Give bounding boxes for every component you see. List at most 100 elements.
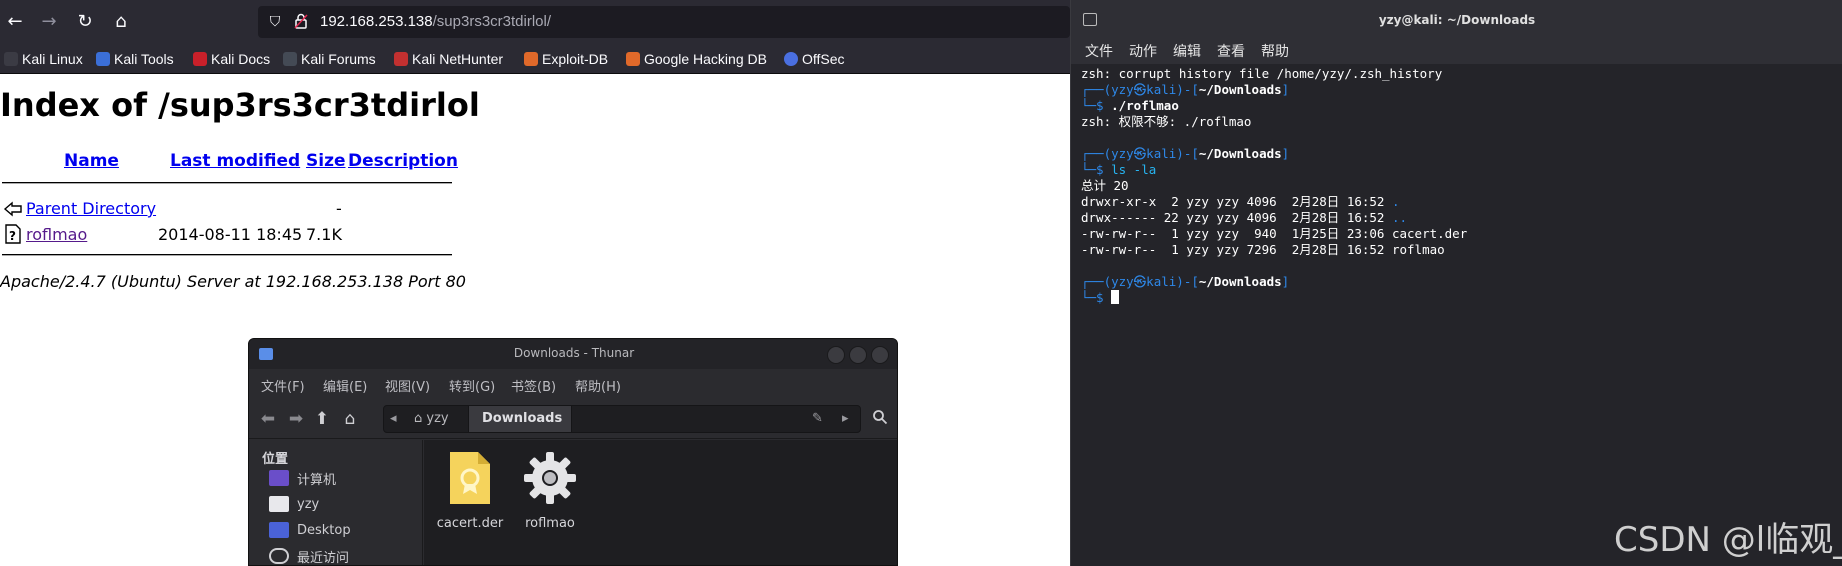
home-icon[interactable]: ⌂: [339, 409, 361, 429]
back-folder-icon: [2, 197, 24, 219]
desktop-folder-icon: [269, 522, 289, 538]
column-name-header[interactable]: Name: [64, 151, 119, 171]
kali-tools-icon: [96, 52, 110, 66]
term-menu-help[interactable]: 帮助: [1261, 41, 1289, 61]
menu-file[interactable]: 文件(F): [261, 376, 305, 395]
bookmark-google-hacking-db[interactable]: Google Hacking DB: [626, 50, 767, 68]
sidebar-item-computer[interactable]: 计算机: [269, 468, 336, 488]
forward-arrow-icon[interactable]: →: [38, 11, 60, 33]
reload-icon[interactable]: ↻: [74, 11, 96, 33]
terminal-titlebar[interactable]: yzy@kali: ~/Downloads: [1071, 0, 1842, 40]
bookmark-kali-docs[interactable]: Kali Docs: [193, 50, 270, 68]
home-folder-icon: [269, 496, 289, 512]
menu-view[interactable]: 视图(V): [385, 376, 430, 395]
prompt-user: (yzy㉿kali): [1103, 146, 1184, 161]
bookmark-kali-linux[interactable]: Kali Linux: [4, 50, 83, 68]
term-line: 总计 20: [1081, 178, 1129, 193]
search-icon[interactable]: [869, 409, 891, 429]
close-button[interactable]: [871, 346, 889, 364]
thunar-sidebar: 位置 计算机 yzy Desktop 最近访问: [249, 440, 423, 565]
sidebar-item-desktop[interactable]: Desktop: [269, 520, 351, 540]
browser-toolbar: ← → ↻ ⌂ ⛉ 192.168.253.138/sup3rs3cr3tdir…: [0, 0, 1070, 44]
nethunter-icon: [394, 52, 408, 66]
term-line: drwxr-xr-x 2 yzy yzy 4096 2月28日 16:52 .: [1081, 194, 1400, 209]
gear-executable-icon: [524, 452, 576, 504]
prompt-dir: ~/Downloads: [1198, 82, 1282, 97]
bookmark-exploit-db[interactable]: Exploit-DB: [524, 50, 608, 68]
command-line: └─$: [1081, 290, 1841, 306]
desktop: ← → ↻ ⌂ ⛉ 192.168.253.138/sup3rs3cr3tdir…: [0, 0, 1842, 566]
file-name: roflmao: [525, 516, 575, 531]
term-line: drwx------ 22 yzy yzy 4096 2月28日 16:52 .…: [1081, 210, 1408, 225]
bookmarks-bar: Kali Linux Kali Tools Kali Docs Kali For…: [0, 44, 1070, 74]
kali-forums-icon: [283, 52, 297, 66]
terminal-title: yzy@kali: ~/Downloads: [1378, 13, 1536, 27]
unknown-file-icon: ?: [2, 223, 24, 245]
up-arrow-icon[interactable]: ⬆: [311, 409, 333, 429]
bookmark-kali-tools[interactable]: Kali Tools: [96, 50, 174, 68]
file-roflmao[interactable]: roflmao: [512, 450, 588, 531]
kali-docs-icon: [193, 52, 207, 66]
computer-icon: [269, 470, 289, 486]
maximize-button[interactable]: [849, 346, 867, 364]
path-bar: ◂ ⌂ yzy Downloads ✎ ▸: [383, 405, 861, 433]
offsec-icon: [784, 52, 798, 66]
bookmark-offsec[interactable]: OffSec: [784, 50, 845, 68]
roflmao-modified: 2014-08-11 18:45: [158, 225, 303, 244]
term-menu-edit[interactable]: 编辑: [1173, 41, 1201, 61]
cursor: [1111, 290, 1120, 304]
thunar-titlebar[interactable]: Downloads - Thunar: [249, 339, 897, 369]
shield-icon[interactable]: ⛉: [266, 13, 284, 31]
prompt-line: ┌──(yzy㉿kali)-[~/Downloads]: [1081, 82, 1290, 97]
url-text[interactable]: 192.168.253.138/sup3rs3cr3tdirlol/: [320, 13, 551, 30]
home-icon[interactable]: ⌂: [110, 11, 132, 33]
watermark: CSDN @l临观_: [1614, 520, 1842, 560]
term-menu-action[interactable]: 动作: [1129, 41, 1157, 61]
menu-help[interactable]: 帮助(H): [575, 376, 621, 395]
path-right-chevron-icon[interactable]: ▸: [842, 411, 849, 426]
kali-dragon-icon: [4, 52, 18, 66]
sidebar-item-recent[interactable]: 最近访问: [269, 546, 349, 565]
terminal-output[interactable]: zsh: corrupt history file /home/yzy/.zsh…: [1081, 66, 1841, 306]
exploit-db-icon: [524, 52, 538, 66]
divider-top: [2, 182, 452, 184]
edit-location-pencil-icon[interactable]: ✎: [812, 411, 823, 426]
column-last-modified-header[interactable]: Last modified: [170, 151, 300, 171]
lock-icon[interactable]: [292, 13, 310, 31]
minimize-button[interactable]: [827, 346, 845, 364]
menu-go[interactable]: 转到(G): [449, 376, 495, 395]
forward-arrow-icon[interactable]: ➡: [285, 409, 307, 429]
roflmao-size: 7.1K: [306, 225, 342, 244]
term-menu-view[interactable]: 查看: [1217, 41, 1245, 61]
sidebar-item-home[interactable]: yzy: [269, 494, 319, 514]
thunar-title: Downloads - Thunar: [513, 346, 635, 360]
command-text: ./roflmao: [1111, 98, 1179, 113]
clock-icon: [269, 548, 289, 564]
thunar-file-view: cacert.der roflmao: [424, 440, 897, 565]
file-cacert-der[interactable]: cacert.der: [432, 450, 508, 531]
menu-edit[interactable]: 编辑(E): [323, 376, 367, 395]
term-line: zsh: corrupt history file /home/yzy/.zsh…: [1081, 66, 1443, 81]
parent-directory-link[interactable]: Parent Directory: [26, 199, 156, 218]
menu-bookmarks[interactable]: 书签(B): [511, 376, 556, 395]
thunar-menubar: 文件(F) 编辑(E) 视图(V) 转到(G) 书签(B) 帮助(H): [249, 369, 897, 399]
column-description-header[interactable]: Description: [348, 151, 458, 171]
back-arrow-icon[interactable]: ←: [4, 11, 26, 33]
url-path: /sup3rs3cr3tdirlol/: [432, 13, 552, 30]
home-icon: ⌂: [414, 411, 427, 426]
back-arrow-icon[interactable]: ⬅: [257, 409, 279, 429]
url-bar[interactable]: ⛉ 192.168.253.138/sup3rs3cr3tdirlol/: [258, 6, 1070, 38]
sidebar-heading: 位置: [262, 452, 289, 467]
thunar-toolbar: ⬅ ➡ ⬆ ⌂ ◂ ⌂ yzy Downloads ✎ ▸: [249, 399, 897, 439]
thunar-window: Downloads - Thunar 文件(F) 编辑(E) 视图(V) 转到(…: [248, 338, 898, 566]
parent-directory-size: -: [336, 199, 342, 218]
path-left-chevron-icon[interactable]: ◂: [390, 411, 397, 426]
roflmao-file-link[interactable]: roflmao: [26, 225, 87, 244]
bookmark-kali-nethunter[interactable]: Kali NetHunter: [394, 50, 503, 68]
path-home-button[interactable]: ⌂ yzy: [414, 411, 449, 426]
column-size-header[interactable]: Size: [306, 151, 346, 171]
term-menu-file[interactable]: 文件: [1085, 41, 1113, 61]
bookmark-kali-forums[interactable]: Kali Forums: [283, 50, 376, 68]
prompt-dir: ~/Downloads: [1198, 274, 1282, 289]
command-line: └─$ ./roflmao: [1081, 98, 1179, 113]
